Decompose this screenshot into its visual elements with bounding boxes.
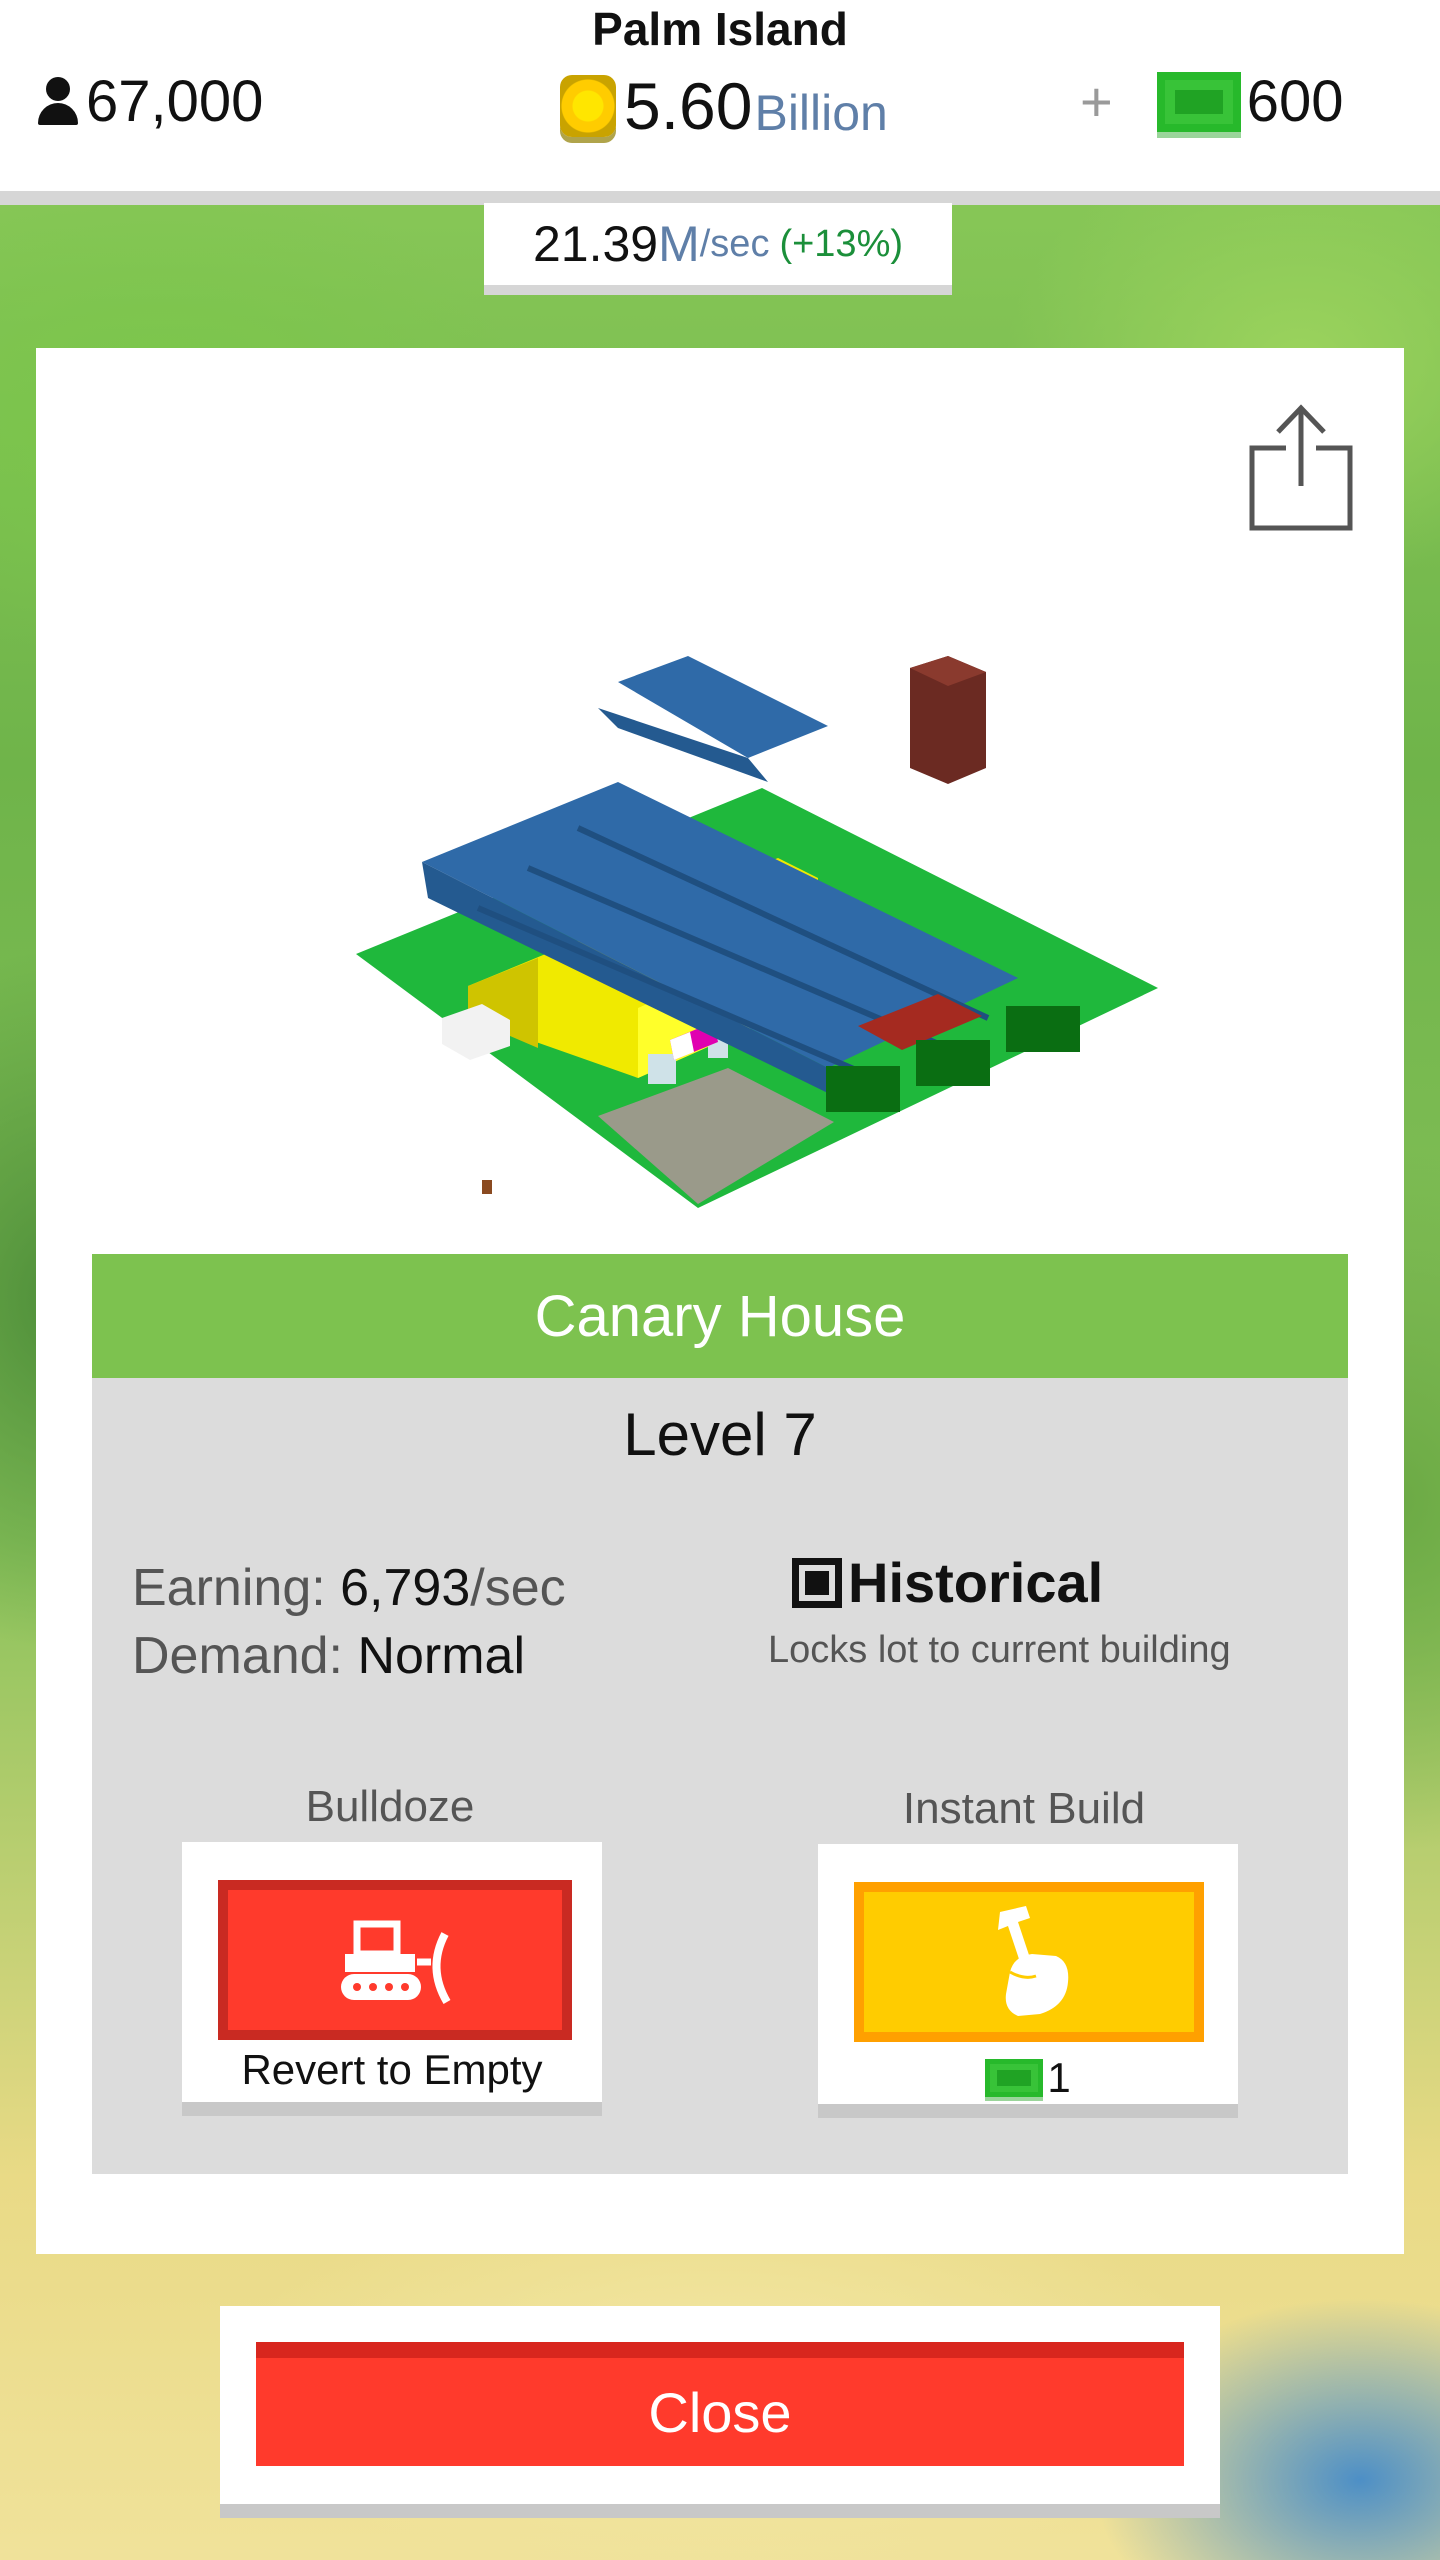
- building-illustration: [356, 656, 1158, 1208]
- building-info: Canary House Level 7 Earning: 6,793/sec …: [92, 1254, 1348, 2174]
- cash-bill-icon: [1156, 71, 1241, 132]
- close-container: Close: [220, 2306, 1220, 2518]
- top-bar: Palm Island 67,000 5.60 Billion + 600: [0, 0, 1440, 205]
- rate-unit: M: [658, 216, 700, 272]
- population-counter: 67,000: [36, 68, 263, 135]
- bulldoze-label: Bulldoze: [305, 1782, 475, 1831]
- historical-label: Historical: [848, 1551, 1104, 1614]
- demand-value: Normal: [357, 1627, 526, 1685]
- population-value: 67,000: [86, 69, 264, 134]
- coin-icon: [560, 75, 616, 137]
- share-icon[interactable]: [1246, 400, 1356, 532]
- cash-counter[interactable]: + 600: [1080, 68, 1343, 135]
- building-panel: Canary House Level 7 Earning: 6,793/sec …: [36, 348, 1404, 2254]
- rate-per: /sec: [699, 222, 770, 265]
- instant-build-label: Instant Build: [902, 1784, 1146, 1833]
- demand-row: Demand: Normal: [132, 1622, 566, 1690]
- coin-counter: 5.60 Billion: [560, 68, 888, 144]
- cash-bill-icon: [985, 2059, 1044, 2097]
- instant-build-card: 1: [818, 1844, 1238, 2118]
- earning-label: Earning:: [132, 1559, 326, 1617]
- historical-description: Locks lot to current building: [768, 1629, 1231, 1671]
- bulldozer-icon: [341, 1920, 451, 2005]
- person-icon: [36, 76, 80, 127]
- close-button[interactable]: Close: [256, 2342, 1184, 2466]
- income-rate-tab: 21.39 M /sec (+13%): [484, 203, 952, 295]
- demand-label: Demand:: [132, 1627, 343, 1685]
- bulldoze-caption: Revert to Empty: [241, 2046, 543, 2093]
- add-cash-button[interactable]: +: [1080, 69, 1113, 134]
- historical-toggle[interactable]: Historical Locks lot to current building: [768, 1550, 1232, 1672]
- hammer-hand-icon: [998, 1906, 1069, 2016]
- earning-unit: /sec: [470, 1559, 566, 1617]
- coin-unit: Billion: [754, 85, 888, 141]
- bulldoze-card: Revert to Empty: [182, 1842, 602, 2116]
- earning-row: Earning: 6,793/sec: [132, 1554, 566, 1622]
- rate-value: 21.39: [532, 216, 659, 272]
- rate-bonus: (+13%): [779, 222, 904, 265]
- island-name: Palm Island: [592, 3, 848, 55]
- instant-build-cost: 1: [818, 2054, 1238, 2102]
- instant-build-cost-value: 1: [1047, 2054, 1071, 2101]
- building-stats: Earning: 6,793/sec Demand: Normal: [132, 1554, 566, 1690]
- earning-value: 6,793: [340, 1559, 471, 1617]
- bulldoze-button[interactable]: [218, 1880, 572, 2040]
- historical-checkbox[interactable]: [792, 1557, 842, 1608]
- cash-value: 600: [1246, 69, 1344, 134]
- coin-value: 5.60: [624, 69, 753, 143]
- building-level: Level 7: [623, 1401, 817, 1468]
- instant-build-button[interactable]: [854, 1882, 1204, 2042]
- building-name: Canary House: [92, 1254, 1348, 1378]
